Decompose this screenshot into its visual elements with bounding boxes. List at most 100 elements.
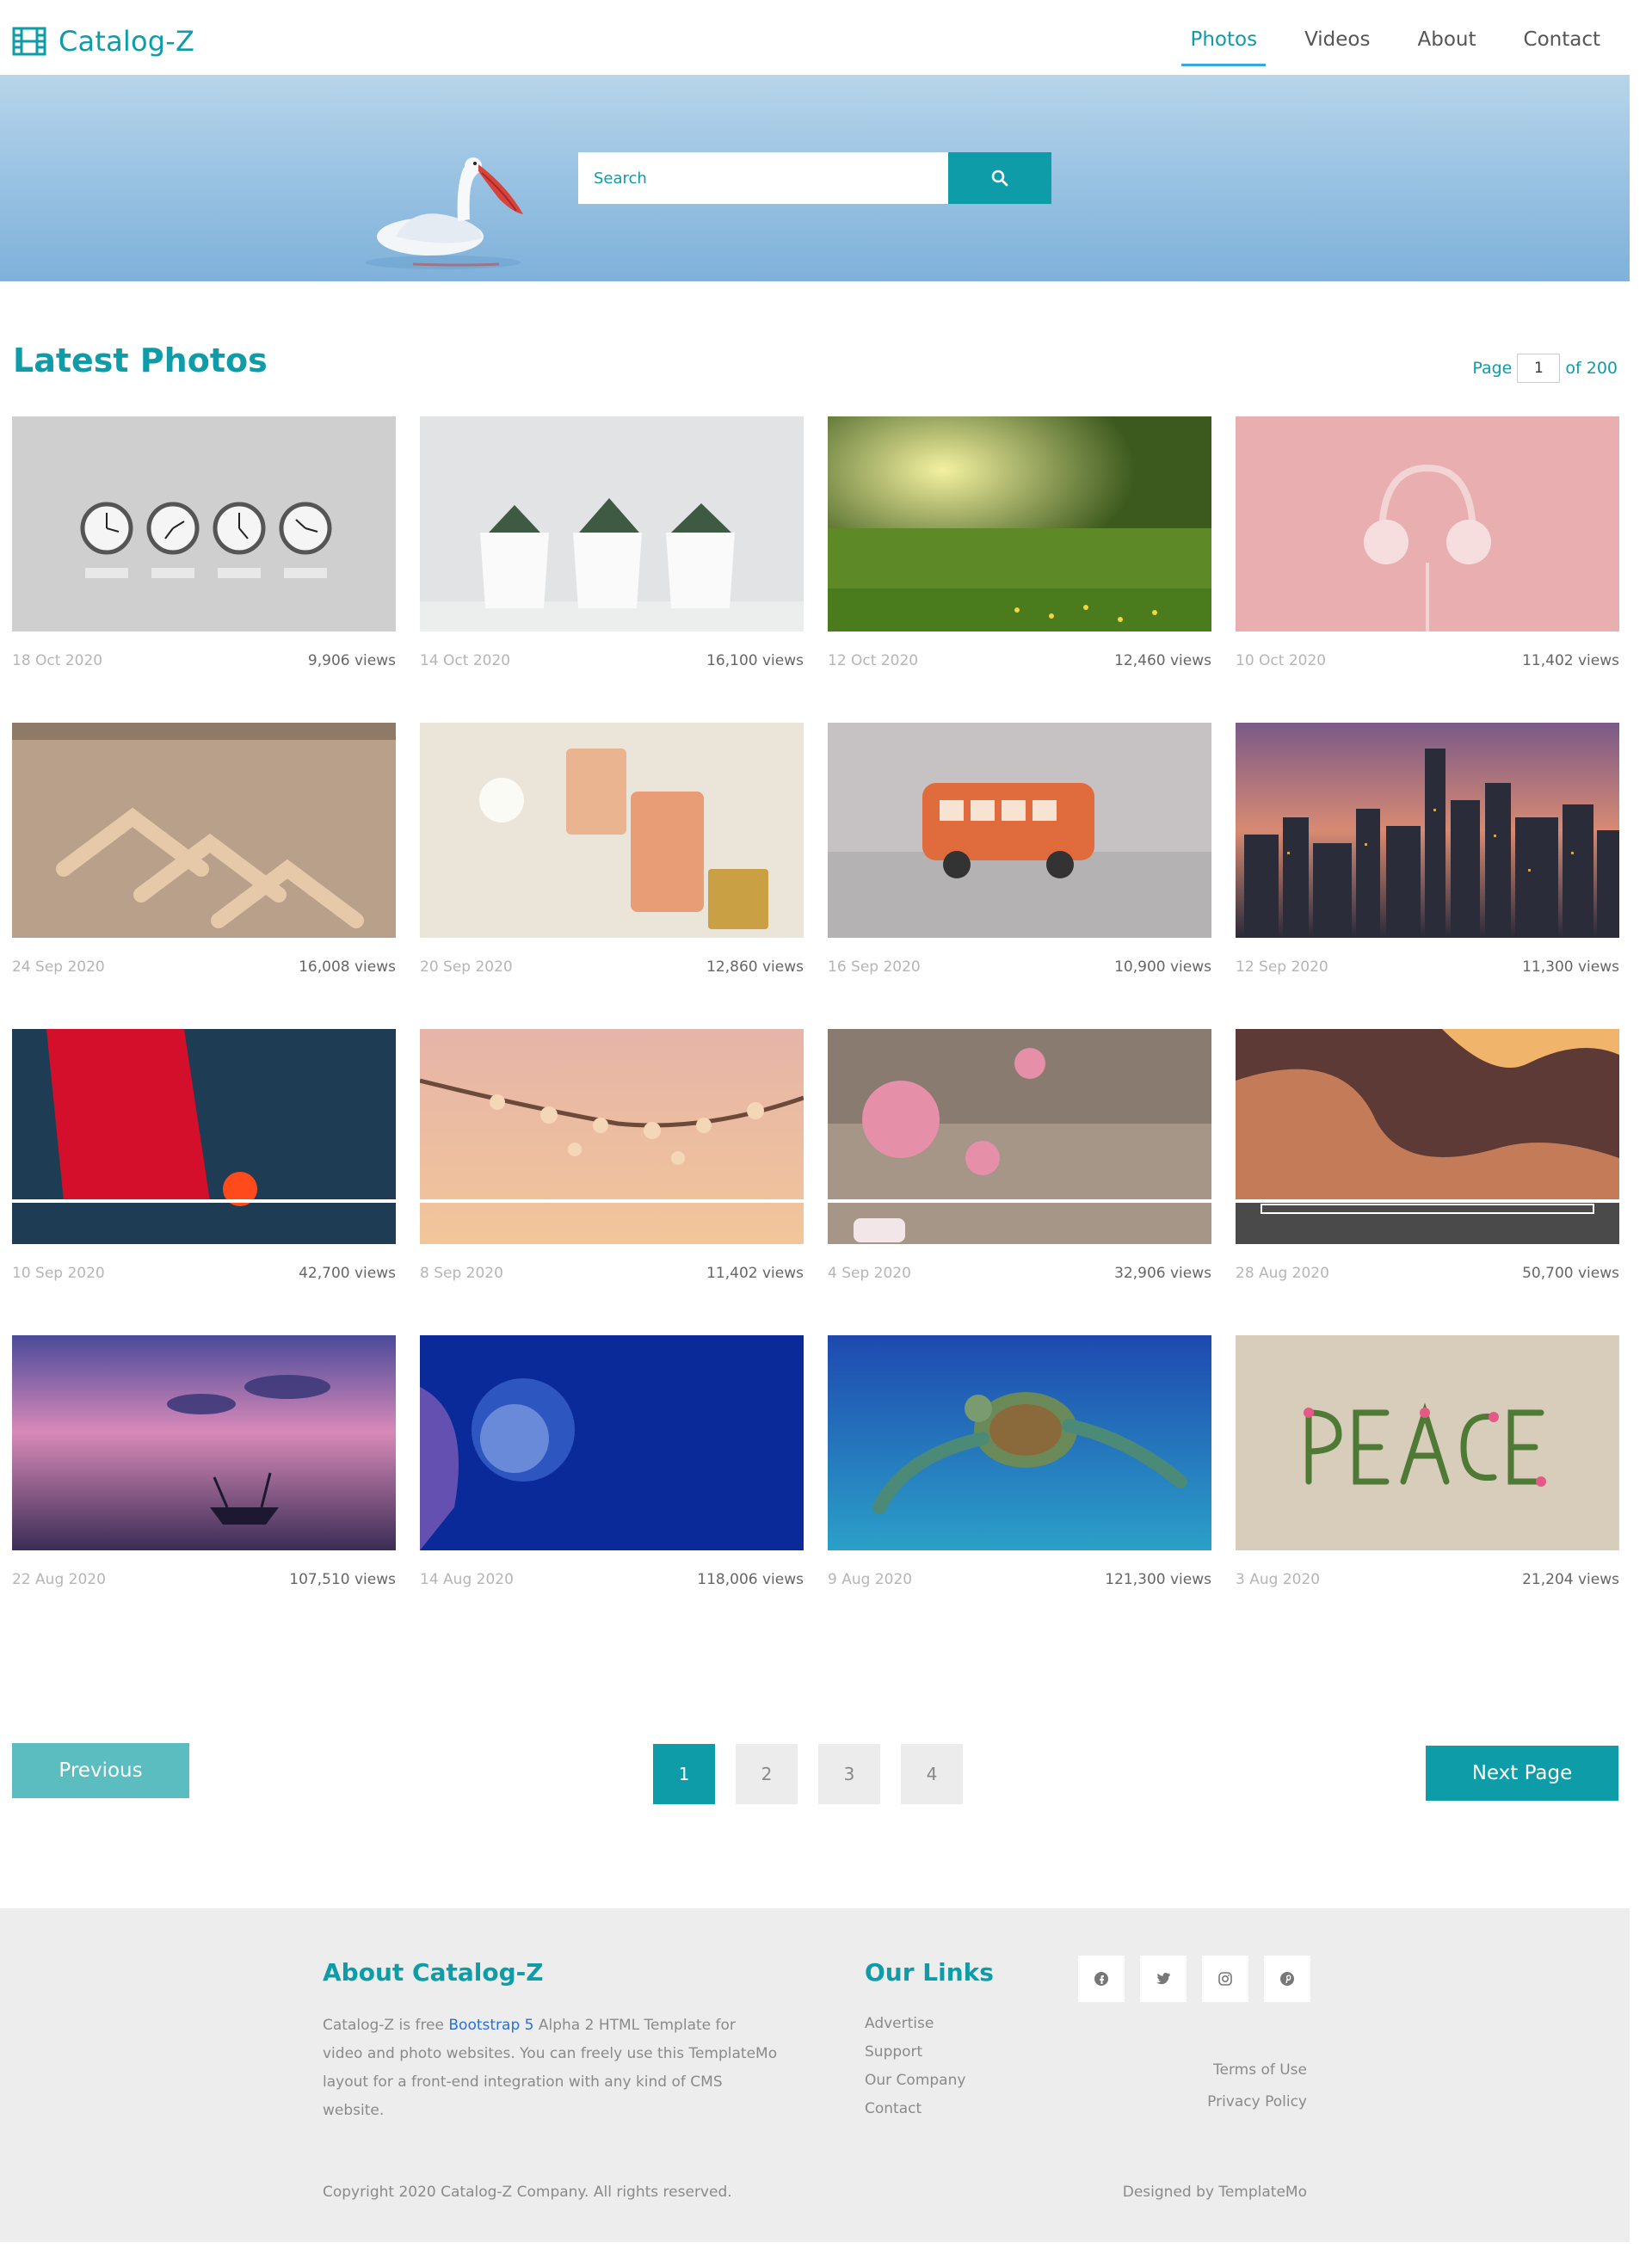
photo-card: 4 Sep 2020 32,906 views xyxy=(828,1029,1211,1335)
photo-card: 20 Sep 2020 12,860 views xyxy=(420,723,804,1029)
photo-date: 14 Aug 2020 xyxy=(420,1571,514,1588)
facebook-link[interactable] xyxy=(1078,1956,1125,2002)
footer-link-advertise[interactable]: Advertise xyxy=(865,2010,965,2038)
next-page-button[interactable]: Next Page xyxy=(1426,1746,1618,1801)
footer: About Catalog-Z Catalog-Z is free Bootst… xyxy=(0,1908,1630,2242)
photo-card: 14 Oct 2020 16,100 views xyxy=(420,416,804,723)
privacy-policy-link[interactable]: Privacy Policy xyxy=(1207,2086,1307,2118)
photo-meta: 8 Sep 2020 11,402 views xyxy=(420,1265,804,1282)
footer-link-company[interactable]: Our Company xyxy=(865,2067,965,2095)
film-icon xyxy=(12,27,46,56)
page-link-2[interactable]: 2 xyxy=(736,1744,798,1804)
photo-thumbnail-city[interactable] xyxy=(1236,723,1619,938)
photo-date: 10 Sep 2020 xyxy=(12,1265,105,1282)
photo-views: 50,700 views xyxy=(1522,1265,1619,1282)
photo-meta: 16 Sep 2020 10,900 views xyxy=(828,958,1211,976)
page-number-input[interactable] xyxy=(1517,354,1561,383)
photo-views: 42,700 views xyxy=(299,1265,396,1282)
search-form xyxy=(578,152,1051,204)
photo-views: 11,402 views xyxy=(706,1265,804,1282)
photo-views: 16,008 views xyxy=(299,958,396,976)
photo-thumbnail-anemone[interactable] xyxy=(420,1335,804,1550)
photo-meta: 12 Sep 2020 11,300 views xyxy=(1236,958,1619,976)
photo-meta: 20 Sep 2020 12,860 views xyxy=(420,958,804,976)
photo-card: 12 Sep 2020 11,300 views xyxy=(1236,723,1619,1029)
photo-date: 9 Aug 2020 xyxy=(828,1571,913,1588)
photo-meta: 12 Oct 2020 12,460 views xyxy=(828,652,1211,669)
page-total: of 200 xyxy=(1565,359,1618,378)
pinterest-icon xyxy=(1280,1972,1294,1986)
photo-thumbnail-boat-sunset[interactable] xyxy=(12,1335,396,1550)
nav-menu: Photos Videos About Contact xyxy=(1143,0,1600,75)
navbar: Catalog-Z Photos Videos About Contact xyxy=(0,0,1652,75)
policy-links: Terms of Use Privacy Policy xyxy=(1207,2055,1307,2118)
photo-views: 12,460 views xyxy=(1114,652,1211,669)
photo-thumbnail-roses[interactable] xyxy=(828,1029,1211,1244)
photo-date: 28 Aug 2020 xyxy=(1236,1265,1329,1282)
photo-card: 10 Sep 2020 42,700 views xyxy=(12,1029,396,1335)
copyright-text: Copyright 2020 Catalog-Z Company. All ri… xyxy=(323,2184,732,2201)
photo-thumbnail-toy-bus[interactable] xyxy=(828,723,1211,938)
photo-thumbnail-blossom[interactable] xyxy=(420,1029,804,1244)
photo-views: 21,204 views xyxy=(1522,1571,1619,1588)
photo-date: 3 Aug 2020 xyxy=(1236,1571,1321,1588)
photo-card: 14 Aug 2020 118,006 views xyxy=(420,1335,804,1642)
photo-thumbnail-red-abstract[interactable] xyxy=(12,1029,396,1244)
nav-about[interactable]: About xyxy=(1418,0,1476,75)
footer-link-contact[interactable]: Contact xyxy=(865,2095,965,2123)
photo-thumbnail-meadow[interactable] xyxy=(828,416,1211,632)
footer-link-support[interactable]: Support xyxy=(865,2038,965,2067)
photo-meta: 4 Sep 2020 32,906 views xyxy=(828,1265,1211,1282)
bootstrap-link[interactable]: Bootstrap 5 xyxy=(448,2017,533,2034)
hero-banner xyxy=(0,75,1630,281)
photo-card: 8 Sep 2020 11,402 views xyxy=(420,1029,804,1335)
footer-about-text: Catalog-Z is free Bootstrap 5 Alpha 2 HT… xyxy=(323,2012,779,2125)
about-text-start: Catalog-Z is free xyxy=(323,2017,449,2034)
nav-photos[interactable]: Photos xyxy=(1181,0,1266,75)
photo-card: 3 Aug 2020 21,204 views xyxy=(1236,1335,1619,1642)
instagram-icon xyxy=(1218,1972,1232,1986)
photo-card: 18 Oct 2020 9,906 views xyxy=(12,416,396,723)
photo-thumbnail-succulents[interactable] xyxy=(420,416,804,632)
nav-videos[interactable]: Videos xyxy=(1304,0,1370,75)
previous-button[interactable]: Previous xyxy=(12,1743,189,1798)
search-input[interactable] xyxy=(578,152,948,204)
photo-meta: 10 Sep 2020 42,700 views xyxy=(12,1265,396,1282)
photo-thumbnail-canyon[interactable] xyxy=(1236,1029,1619,1244)
photo-thumbnail-peace[interactable] xyxy=(1236,1335,1619,1550)
nav-contact[interactable]: Contact xyxy=(1524,0,1600,75)
brand-link[interactable]: Catalog-Z xyxy=(12,24,194,59)
pinterest-link[interactable] xyxy=(1264,1956,1310,2002)
photo-date: 14 Oct 2020 xyxy=(420,652,511,669)
photo-thumbnail-headphones[interactable] xyxy=(1236,416,1619,632)
photo-thumbnail-hangers[interactable] xyxy=(12,723,396,938)
photo-date: 8 Sep 2020 xyxy=(420,1265,503,1282)
photo-meta: 3 Aug 2020 21,204 views xyxy=(1236,1571,1619,1588)
photo-views: 118,006 views xyxy=(697,1571,804,1588)
photo-views: 9,906 views xyxy=(307,652,396,669)
page-link-3[interactable]: 3 xyxy=(818,1744,880,1804)
section-title: Latest Photos xyxy=(13,342,268,379)
photo-thumbnail-perfume[interactable] xyxy=(420,723,804,938)
photo-date: 4 Sep 2020 xyxy=(828,1265,911,1282)
search-button[interactable] xyxy=(948,152,1051,204)
footer-about-title: About Catalog-Z xyxy=(323,1958,544,1987)
photo-date: 24 Sep 2020 xyxy=(12,958,105,976)
twitter-link[interactable] xyxy=(1140,1956,1187,2002)
designed-by-text[interactable]: Designed by TemplateMo xyxy=(1123,2184,1307,2201)
photo-card: 22 Aug 2020 107,510 views xyxy=(12,1335,396,1642)
photo-date: 12 Sep 2020 xyxy=(1236,958,1328,976)
photo-thumbnail-sea-turtle[interactable] xyxy=(828,1335,1211,1550)
photo-meta: 28 Aug 2020 50,700 views xyxy=(1236,1265,1619,1282)
page-link-1[interactable]: 1 xyxy=(653,1744,715,1804)
photo-date: 16 Sep 2020 xyxy=(828,958,921,976)
terms-of-use-link[interactable]: Terms of Use xyxy=(1207,2055,1307,2086)
instagram-link[interactable] xyxy=(1202,1956,1248,2002)
footer-links: Advertise Support Our Company Contact xyxy=(865,2010,965,2123)
photo-date: 12 Oct 2020 xyxy=(828,652,919,669)
photo-thumbnail-clocks[interactable] xyxy=(12,416,396,632)
photo-date: 18 Oct 2020 xyxy=(12,652,103,669)
photo-card: 9 Aug 2020 121,300 views xyxy=(828,1335,1211,1642)
page-link-4[interactable]: 4 xyxy=(901,1744,963,1804)
photo-card: 10 Oct 2020 11,402 views xyxy=(1236,416,1619,723)
